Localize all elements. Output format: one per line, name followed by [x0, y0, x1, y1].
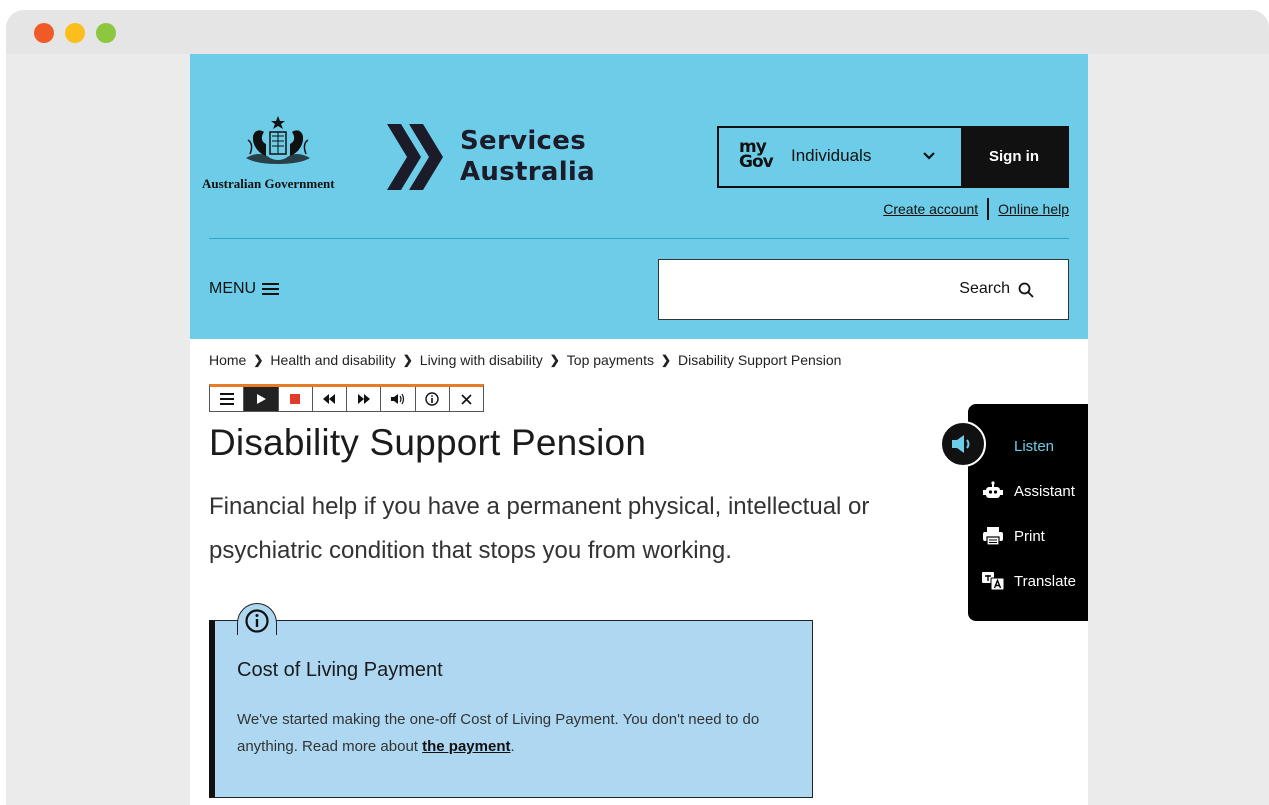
fast-forward-button[interactable]	[347, 387, 382, 411]
menu-label: MENU	[209, 280, 257, 297]
services-australia-logo-icon[interactable]	[387, 124, 445, 190]
notice-title: Cost of Living Payment	[237, 659, 443, 681]
mygov-signin-panel: my Gov Individuals Sign in	[717, 126, 1069, 188]
play-button[interactable]	[244, 387, 279, 411]
printer-icon	[982, 525, 1004, 547]
mygov-logo: my Gov	[739, 139, 774, 172]
volume-button[interactable]	[381, 387, 416, 411]
listen-speaker-badge[interactable]	[940, 421, 986, 467]
translate-button[interactable]: Translate	[982, 570, 1076, 592]
page-intro: Financial help if you have a permanent p…	[209, 493, 870, 564]
minimize-window-button[interactable]	[65, 23, 85, 43]
player-info-button[interactable]	[416, 387, 450, 411]
info-icon	[425, 392, 439, 406]
print-label: Print	[1014, 527, 1045, 545]
breadcrumb: Home ❯ Health and disability ❯ Living wi…	[209, 352, 841, 368]
close-window-button[interactable]	[34, 23, 54, 43]
chevron-down-icon[interactable]	[921, 148, 937, 164]
rewind-button[interactable]	[313, 387, 347, 411]
speaker-icon	[952, 435, 970, 453]
page-title: Disability Support Pension	[209, 422, 647, 463]
notice-body: We've started making the one-off Cost of…	[237, 706, 797, 760]
browser-window: Australian Government Services Australia…	[6, 10, 1269, 805]
gov-name: Australian Government	[202, 176, 335, 191]
search-field[interactable]: Search	[658, 259, 1069, 320]
menu-button[interactable]: MENU	[209, 280, 280, 298]
breadcrumb-living-with-disability[interactable]: Living with disability	[420, 352, 543, 368]
search-icon[interactable]	[1018, 282, 1034, 298]
web-page: Australian Government Services Australia…	[190, 54, 1088, 805]
translate-label: Translate	[1014, 572, 1076, 590]
volume-icon	[390, 393, 404, 405]
search-label: Search	[959, 280, 1010, 297]
hamburger-icon	[219, 393, 234, 405]
site-header: Australian Government Services Australia…	[190, 54, 1088, 339]
assistant-button[interactable]: Assistant	[982, 480, 1075, 502]
australian-government-logo[interactable]: Australian Government	[202, 114, 352, 192]
print-button[interactable]: Print	[982, 525, 1045, 547]
breadcrumb-top-payments[interactable]: Top payments	[567, 352, 654, 368]
breadcrumb-health-and-disability[interactable]: Health and disability	[270, 352, 395, 368]
rewind-icon	[323, 394, 336, 404]
chevron-right-icon: ❯	[402, 353, 413, 367]
breadcrumb-home[interactable]: Home	[209, 352, 246, 368]
hamburger-icon	[262, 283, 280, 295]
maximize-window-button[interactable]	[96, 23, 116, 43]
close-player-button[interactable]	[450, 387, 483, 411]
fast-forward-icon	[357, 394, 370, 404]
title-bar	[6, 10, 1269, 54]
player-menu-button[interactable]	[210, 387, 245, 411]
sign-in-button[interactable]: Sign in	[961, 128, 1067, 186]
translate-icon	[982, 570, 1004, 592]
notice-text-end: .	[510, 738, 515, 755]
close-icon	[461, 393, 472, 405]
audio-player-toolbar	[209, 384, 484, 412]
stop-button[interactable]	[279, 387, 313, 411]
accessibility-toolbox: Listen Assistant Print Translate	[968, 404, 1088, 621]
listen-label: Listen	[1014, 438, 1055, 455]
assistant-label: Assistant	[1014, 482, 1075, 500]
header-divider	[209, 238, 1069, 239]
the-payment-link[interactable]: the payment	[422, 738, 510, 755]
create-account-link[interactable]: Create account	[883, 201, 978, 217]
account-links: Create account Online help	[883, 198, 1069, 220]
mygov-logo-bottom: Gov	[739, 152, 774, 172]
breadcrumb-current-page: Disability Support Pension	[678, 352, 842, 368]
chevron-right-icon: ❯	[253, 353, 264, 367]
stop-icon	[290, 394, 301, 404]
info-icon	[245, 609, 269, 633]
brand-line-2: Australia	[460, 157, 595, 187]
robot-icon	[982, 480, 1004, 502]
listen-button[interactable]: Listen	[1014, 438, 1054, 455]
play-icon	[256, 394, 266, 404]
online-help-link[interactable]: Online help	[998, 201, 1069, 217]
brand-name[interactable]: Services Australia	[460, 126, 595, 188]
link-divider	[987, 198, 990, 220]
coat-of-arms-icon	[246, 116, 310, 164]
account-type-select[interactable]: Individuals	[791, 146, 871, 166]
chevron-right-icon: ❯	[549, 353, 560, 367]
chevron-right-icon: ❯	[660, 353, 672, 367]
brand-line-1: Services	[460, 126, 586, 156]
cost-of-living-notice: Cost of Living Payment We've started mak…	[209, 603, 813, 798]
